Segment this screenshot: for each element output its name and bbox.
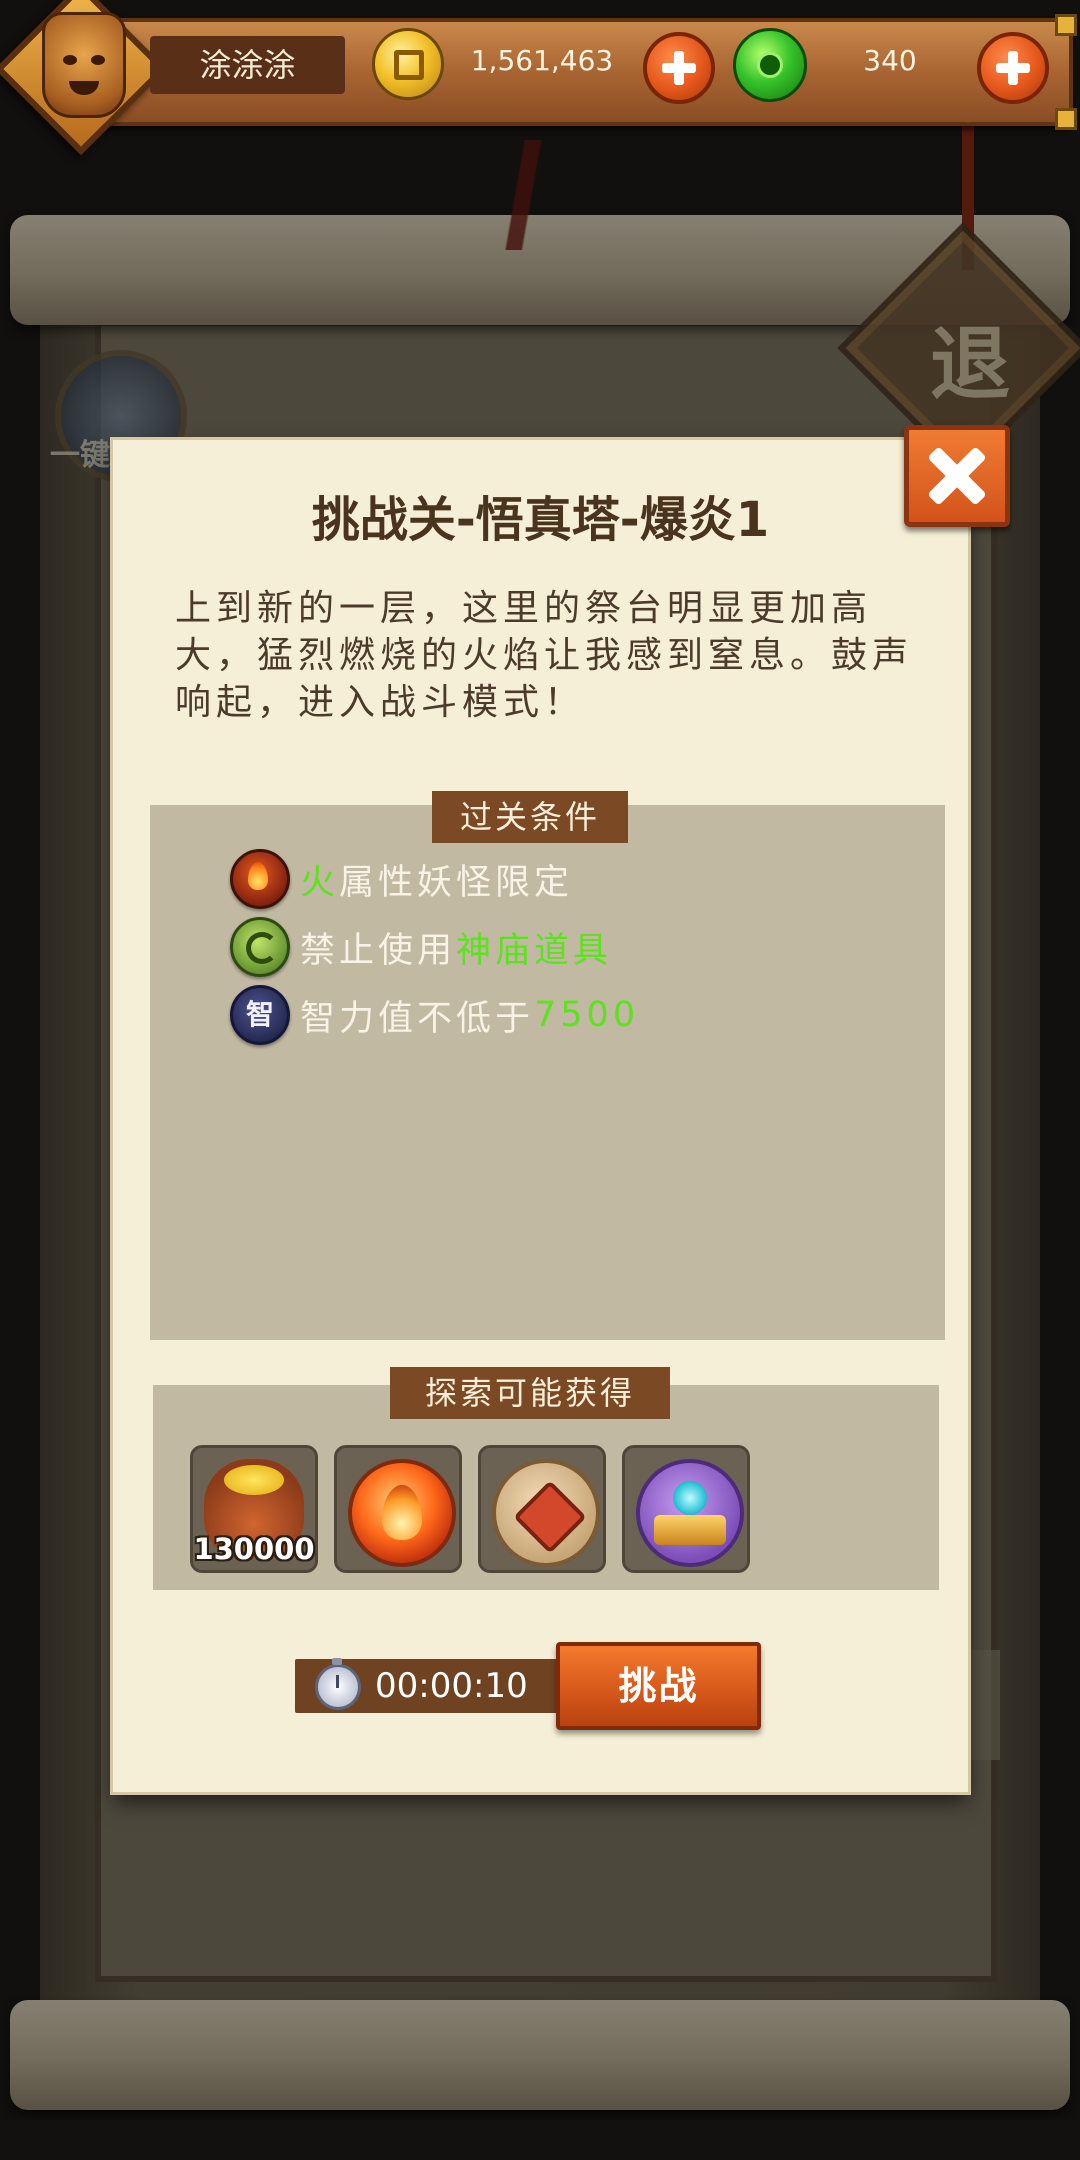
intelligence-icon: 智 [230, 985, 290, 1045]
conditions-header: 过关条件 [432, 791, 628, 843]
add-jade-button[interactable] [977, 32, 1049, 104]
corner-ornament [1055, 14, 1077, 36]
condition-text: 智力值不低于 [300, 998, 535, 1039]
fire-element-icon [230, 849, 290, 909]
stopwatch-icon [315, 1658, 361, 1710]
avatar-eye [91, 55, 105, 65]
reward-slot-emblem[interactable] [478, 1445, 606, 1573]
rewards-header: 探索可能获得 [390, 1367, 670, 1419]
condition-row: 火 属性妖怪限定 [230, 849, 574, 909]
avatar-eye [63, 55, 77, 65]
condition-row: 智 智力值不低于 7500 [230, 985, 640, 1045]
jade-icon [733, 28, 807, 102]
jade-count: 340 [863, 44, 917, 77]
strength-emblem-icon [492, 1459, 600, 1567]
reward-slot-fire-orb[interactable] [334, 1445, 462, 1573]
gold-coin-icon [372, 28, 444, 100]
fire-orb-icon [348, 1459, 456, 1567]
coin-count: 1,561,463 [470, 44, 614, 77]
condition-highlight: 神庙道具 [456, 930, 613, 971]
condition-highlight: 7500 [534, 995, 640, 1035]
challenge-button[interactable]: 挑战 [556, 1642, 761, 1730]
stage-description: 上到新的一层，这里的祭台明显更加高大，猛烈燃烧的火焰让我感到窒息。鼓声响起，进入… [175, 588, 914, 723]
condition-highlight: 火 [300, 862, 340, 903]
condition-text: 属性妖怪限定 [339, 862, 574, 903]
condition-row: 禁止使用 神庙道具 [230, 917, 613, 977]
system-nav-bar [0, 2120, 1080, 2160]
dialog-title: 挑战关-悟真塔-爆炎1 [311, 492, 770, 548]
avatar[interactable] [42, 12, 126, 118]
crown-orb-icon [636, 1459, 744, 1567]
timer-text: 00:00:10 [375, 1666, 528, 1706]
condition-text: 禁止使用 [300, 930, 457, 971]
player-name: 涂涂涂 [150, 36, 345, 94]
add-coins-button[interactable] [643, 32, 715, 104]
reward-slot-gold[interactable]: 130000 [190, 1445, 318, 1573]
countdown-timer: 00:00:10 [295, 1658, 575, 1713]
temple-item-icon [230, 917, 290, 977]
avatar-mouth [69, 81, 99, 95]
corner-ornament [1055, 108, 1077, 130]
reward-slot-crown[interactable] [622, 1445, 750, 1573]
reward-quantity: 130000 [193, 1532, 315, 1566]
